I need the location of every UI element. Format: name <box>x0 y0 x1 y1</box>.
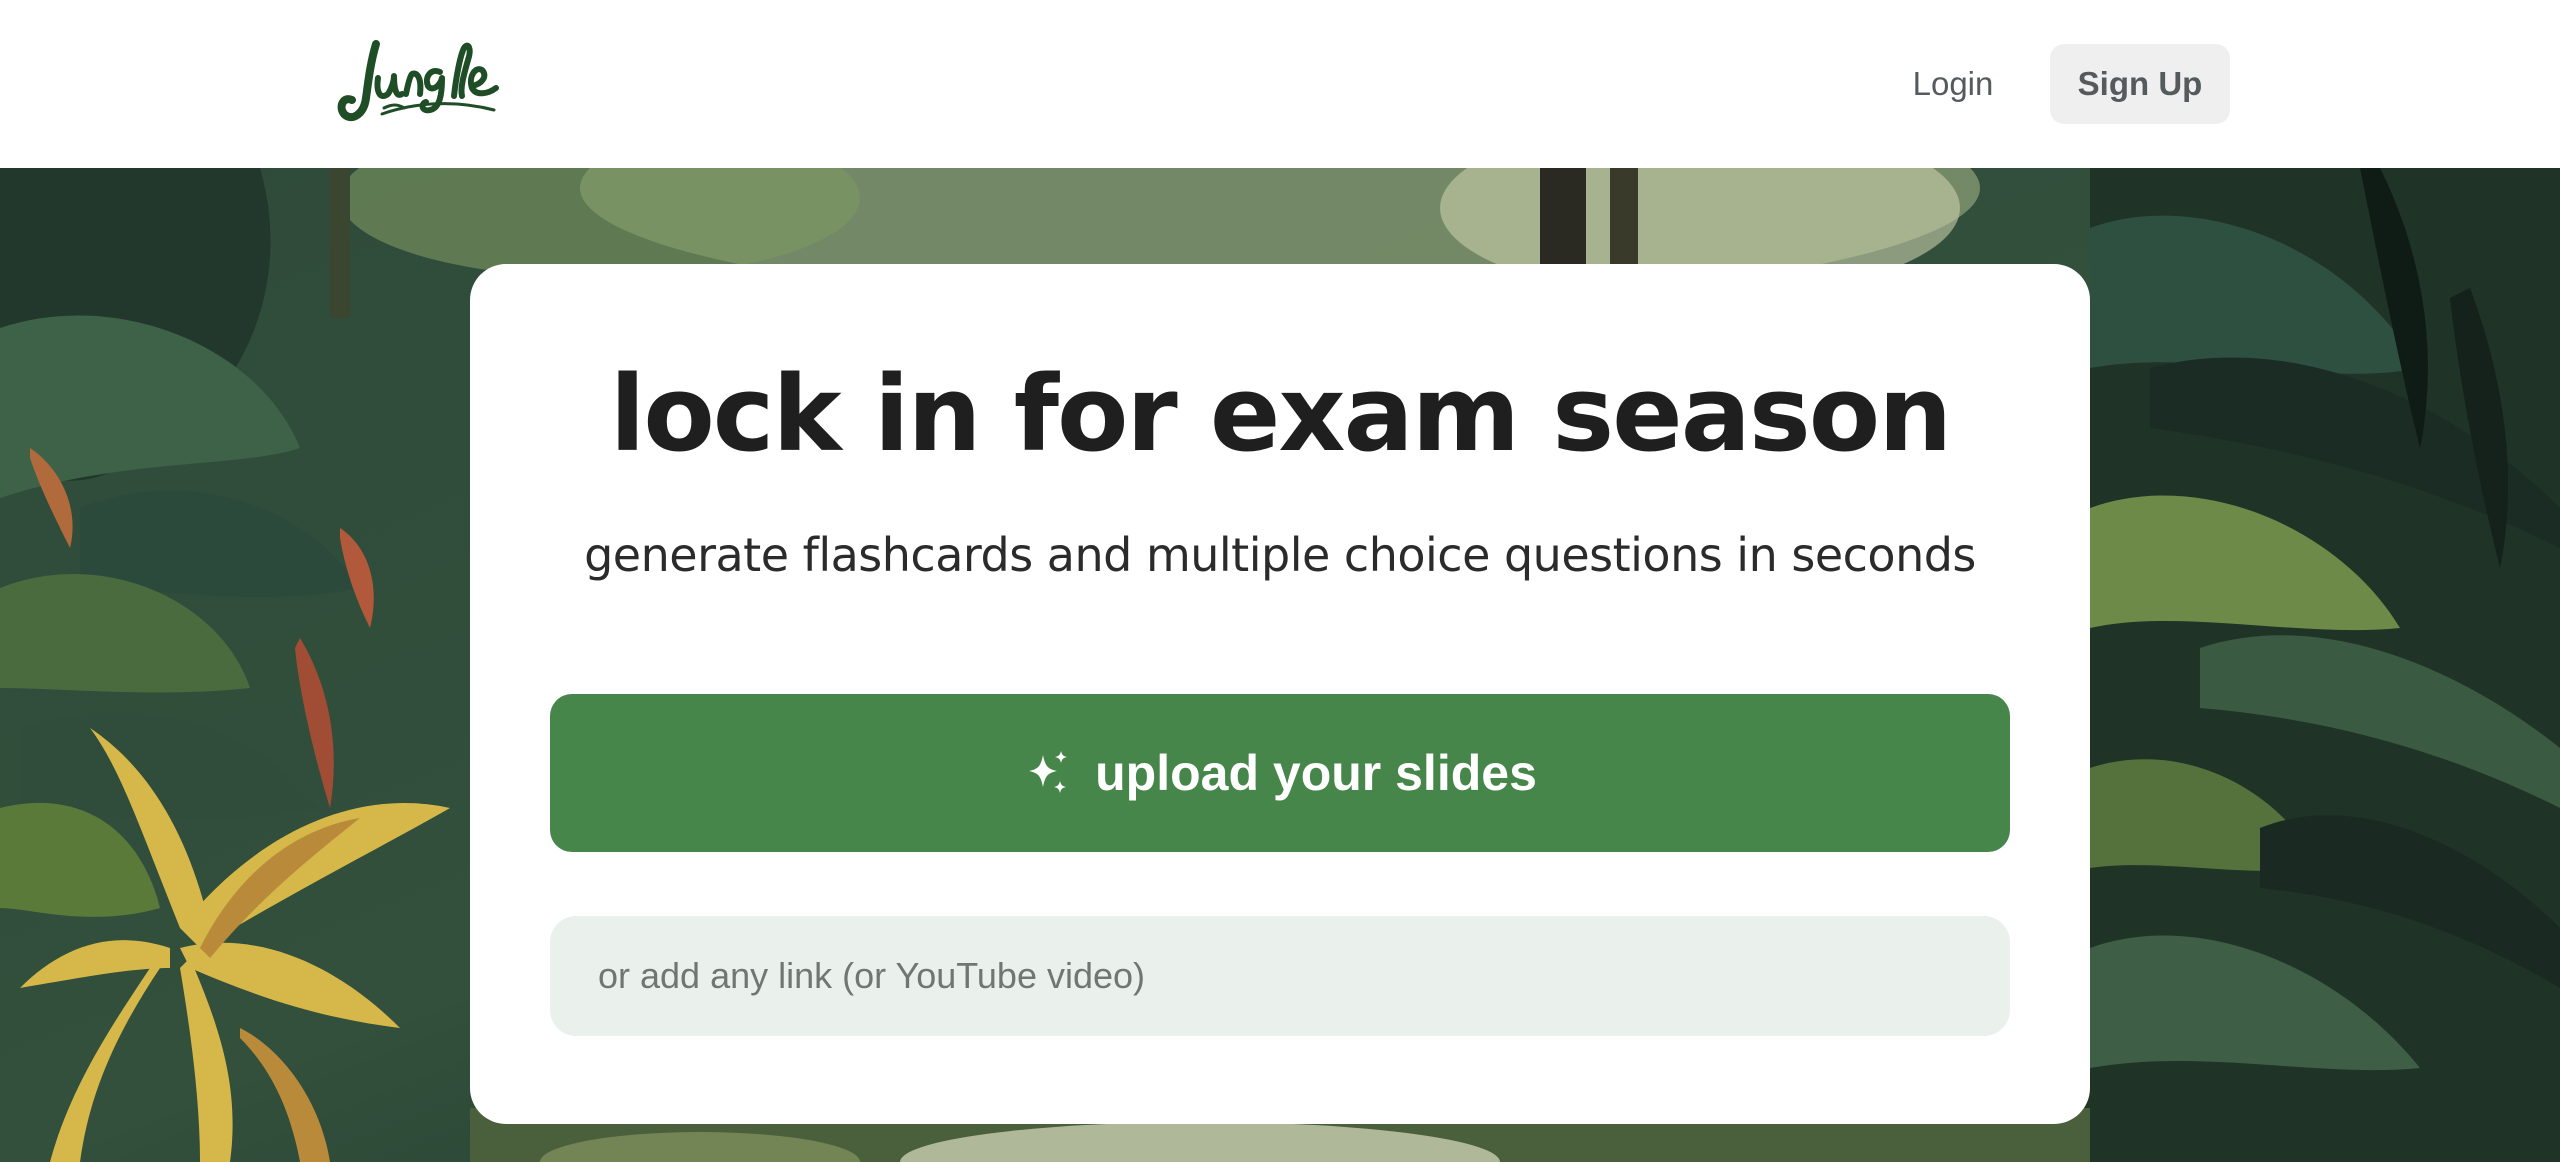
sign-up-button[interactable]: Sign Up <box>2050 44 2230 124</box>
login-link[interactable]: Login <box>1880 44 2026 124</box>
page-subtitle: generate flashcards and multiple choice … <box>584 528 1976 582</box>
hero-card: lock in for exam season generate flashca… <box>470 264 2090 1124</box>
upload-slides-button[interactable]: upload your slides <box>550 694 2010 852</box>
page-title: lock in for exam season <box>609 353 1953 475</box>
jungle-logo[interactable] <box>336 34 502 130</box>
jungle-logo-mark <box>337 40 499 122</box>
link-input[interactable] <box>550 916 2010 1036</box>
upload-slides-label: upload your slides <box>1095 745 1537 801</box>
sparkles-icon <box>1029 751 1068 793</box>
top-nav: Login Sign Up <box>0 0 2560 168</box>
